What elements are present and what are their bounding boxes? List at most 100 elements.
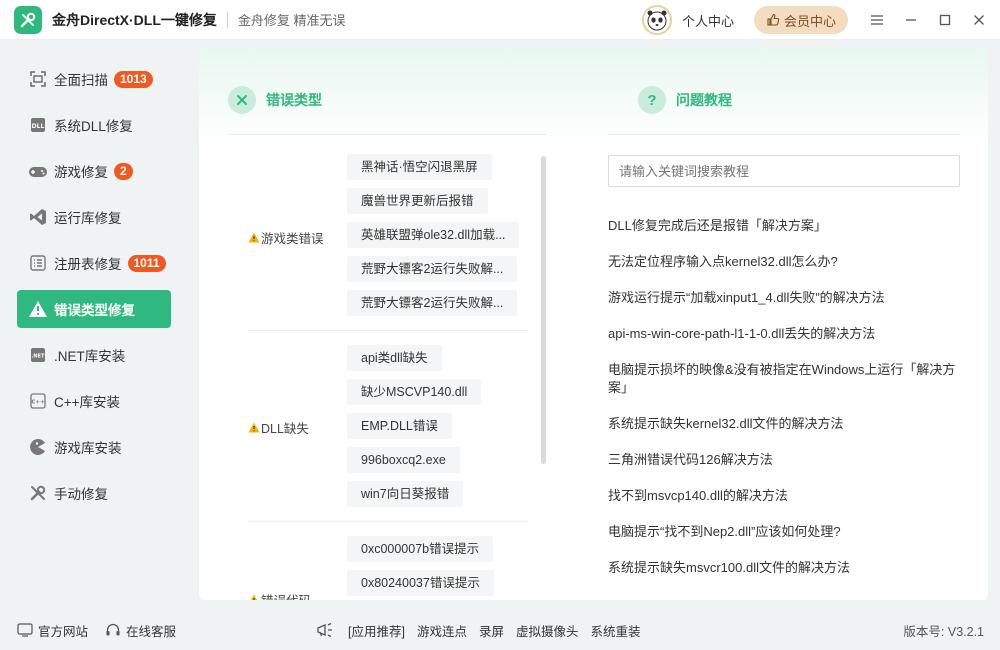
registry-icon — [27, 252, 49, 274]
sidebar-item-error-type-repair[interactable]: 错误类型修复 — [17, 290, 171, 328]
official-website-link[interactable]: 官方网站 — [17, 621, 88, 640]
close-icon[interactable] — [962, 0, 996, 40]
sidebar-item-registry-repair[interactable]: 注册表修复 1011 — [17, 244, 171, 282]
avatar[interactable] — [641, 5, 672, 35]
cpp-icon: C++ — [27, 390, 49, 412]
personal-center-link[interactable]: 个人中心 — [682, 11, 734, 30]
tutorial-search-input[interactable] — [608, 155, 960, 187]
net-icon: .NET — [27, 344, 49, 366]
megaphone-icon — [317, 622, 332, 638]
sidebar-item-game-repair[interactable]: 游戏修复 2 — [17, 152, 171, 190]
sidebar: 全面扫描 1013 DLL 系统DLL修复 游戏修复 2 运行库修复 注册表修复… — [0, 40, 188, 610]
scan-count-badge: 1013 — [114, 70, 153, 88]
sidebar-item-label: 手动修复 — [54, 487, 108, 502]
svg-text:.NET: .NET — [32, 354, 45, 360]
tutorials-title: 问题教程 — [676, 92, 732, 108]
error-tag[interactable]: 魔兽世界更新后报错 — [347, 188, 488, 214]
online-service-link[interactable]: 在线客服 — [105, 621, 176, 640]
sidebar-item-label: 游戏修复 — [54, 165, 108, 180]
sidebar-item-label: 注册表修复 — [54, 257, 122, 272]
scan-icon — [27, 68, 49, 90]
warning-small-icon — [248, 422, 260, 433]
app-link-screen-record[interactable]: 录屏 — [479, 621, 504, 640]
tutorial-link[interactable]: 三角洲错误代码126解决方法 — [608, 451, 960, 469]
error-list-scrollbar[interactable] — [541, 156, 546, 464]
sidebar-item-label: 错误类型修复 — [54, 303, 135, 318]
error-tag[interactable]: EMP.DLL错误 — [347, 413, 452, 439]
divider — [248, 330, 528, 331]
error-group-label: 错误代码 — [248, 590, 311, 600]
sidebar-item-runtime-repair[interactable]: 运行库修复 — [17, 198, 171, 236]
divider — [608, 134, 960, 135]
apps-label: [应用推荐] — [348, 624, 405, 639]
gamepad-icon — [27, 160, 49, 182]
error-tag[interactable]: 英雄联盟弹ole32.dll加载... — [347, 222, 520, 248]
main-panel: 错误类型 ? 问题教程 游戏类错误 黑神话·悟空闪退黑屏 魔兽世界更新后报错 英… — [199, 48, 988, 600]
bottom-bar: 官方网站 在线客服 [应用推荐] 游戏连点 录屏 虚拟摄像头 系统重装 版本号:… — [0, 610, 1000, 650]
vip-center-label: 会员中心 — [783, 13, 836, 29]
app-recommendations: [应用推荐] 游戏连点 录屏 虚拟摄像头 系统重装 — [316, 621, 653, 640]
app-slogan: 金舟修复 精准无误 — [237, 13, 346, 28]
sidebar-item-game-lib-install[interactable]: 游戏库安装 — [17, 428, 171, 466]
maximize-icon[interactable] — [928, 0, 962, 40]
website-icon — [17, 623, 33, 637]
version-label: 版本号: V3.2.1 — [903, 624, 984, 639]
thumbs-up-icon — [767, 13, 780, 26]
error-tag[interactable]: 缺少MSCVP140.dll — [347, 379, 482, 405]
sidebar-item-label: 系统DLL修复 — [54, 119, 133, 134]
app-title: 金舟DirectX·DLL一键修复 — [52, 11, 217, 28]
error-tag[interactable]: win7向日葵报错 — [347, 481, 464, 507]
sidebar-item-system-dll[interactable]: DLL 系统DLL修复 — [17, 106, 171, 144]
error-tag[interactable]: 荒野大镖客2运行失败解... — [347, 290, 518, 316]
menu-icon[interactable] — [860, 0, 894, 40]
close-circle-icon — [228, 86, 256, 114]
tutorials-header: ? 问题教程 — [638, 86, 732, 114]
dll-icon: DLL — [27, 114, 49, 136]
tutorial-link[interactable]: 找不到msvcp140.dll的解决方法 — [608, 487, 960, 505]
game-count-badge: 2 — [114, 162, 133, 180]
error-tag[interactable]: 996boxcq2.exe — [347, 447, 460, 473]
sidebar-item-label: 全面扫描 — [54, 73, 108, 88]
warning-small-icon — [250, 594, 258, 600]
error-tag[interactable]: 荒野大镖客2运行失败解... — [347, 256, 518, 282]
app-link-auto-clicker[interactable]: 游戏连点 — [417, 621, 467, 640]
sidebar-item-manual-repair[interactable]: 手动修复 — [17, 474, 171, 512]
title-bar: 金舟DirectX·DLL一键修复 金舟修复 精准无误 个人中心 会员中心 — [0, 0, 1000, 40]
sidebar-item-label: 游戏库安装 — [54, 441, 122, 456]
divider — [248, 521, 528, 522]
app-link-system-reinstall[interactable]: 系统重装 — [591, 621, 641, 640]
tutorial-link[interactable]: 电脑提示损坏的映像&没有被指定在Windows上运行「解决方案」 — [608, 361, 960, 397]
warning-icon — [27, 298, 49, 320]
headset-icon — [106, 623, 120, 636]
divider — [228, 134, 547, 135]
title-divider — [226, 11, 228, 28]
sidebar-item-full-scan[interactable]: 全面扫描 1013 — [17, 60, 171, 98]
vip-center-button[interactable]: 会员中心 — [753, 6, 848, 34]
error-tag[interactable]: api类dll缺失 — [347, 345, 442, 371]
vs-icon — [27, 206, 49, 228]
warning-small-icon — [248, 232, 260, 243]
tutorial-link[interactable]: DLL修复完成后还是报错「解决方案」 — [608, 217, 960, 235]
question-icon: ? — [638, 86, 666, 114]
sidebar-item-label: .NET库安装 — [54, 349, 126, 364]
error-types-title: 错误类型 — [266, 92, 322, 108]
tutorial-link[interactable]: 游戏运行提示“加载xinput1_4.dll失败”的解决方法 — [608, 289, 960, 307]
error-tag[interactable]: 黑神话·悟空闪退黑屏 — [347, 154, 492, 180]
minimize-icon[interactable] — [894, 0, 928, 40]
error-group-label: DLL缺失 — [248, 418, 309, 437]
sidebar-item-label: 运行库修复 — [54, 211, 122, 226]
tutorial-link[interactable]: 电脑提示“找不到Nep2.dll”应该如何处理? — [608, 523, 960, 541]
sidebar-item-net-install[interactable]: .NET .NET库安装 — [17, 336, 171, 374]
error-tag[interactable]: 0xc000007b错误提示 — [347, 536, 494, 562]
tutorial-link[interactable]: 无法定位程序输入点kernel32.dll怎么办? — [608, 253, 960, 271]
registry-count-badge: 1011 — [127, 254, 166, 272]
app-link-virtual-camera[interactable]: 虚拟摄像头 — [516, 621, 579, 640]
error-tag[interactable]: 0x80240037错误提示 — [347, 570, 494, 596]
error-type-list: 游戏类错误 黑神话·悟空闪退黑屏 魔兽世界更新后报错 英雄联盟弹ole32.dl… — [248, 150, 538, 600]
tutorial-link[interactable]: 系统提示缺失msvcr100.dll文件的解决方法 — [608, 559, 960, 577]
tools-icon — [27, 482, 49, 504]
app-logo-icon — [14, 5, 42, 34]
tutorial-link[interactable]: api-ms-win-core-path-l1-1-0.dll丢失的解决方法 — [608, 325, 960, 343]
sidebar-item-cpp-install[interactable]: C++ C++库安装 — [17, 382, 171, 420]
tutorial-link[interactable]: 系统提示缺失kernel32.dll文件的解决方法 — [608, 415, 960, 433]
